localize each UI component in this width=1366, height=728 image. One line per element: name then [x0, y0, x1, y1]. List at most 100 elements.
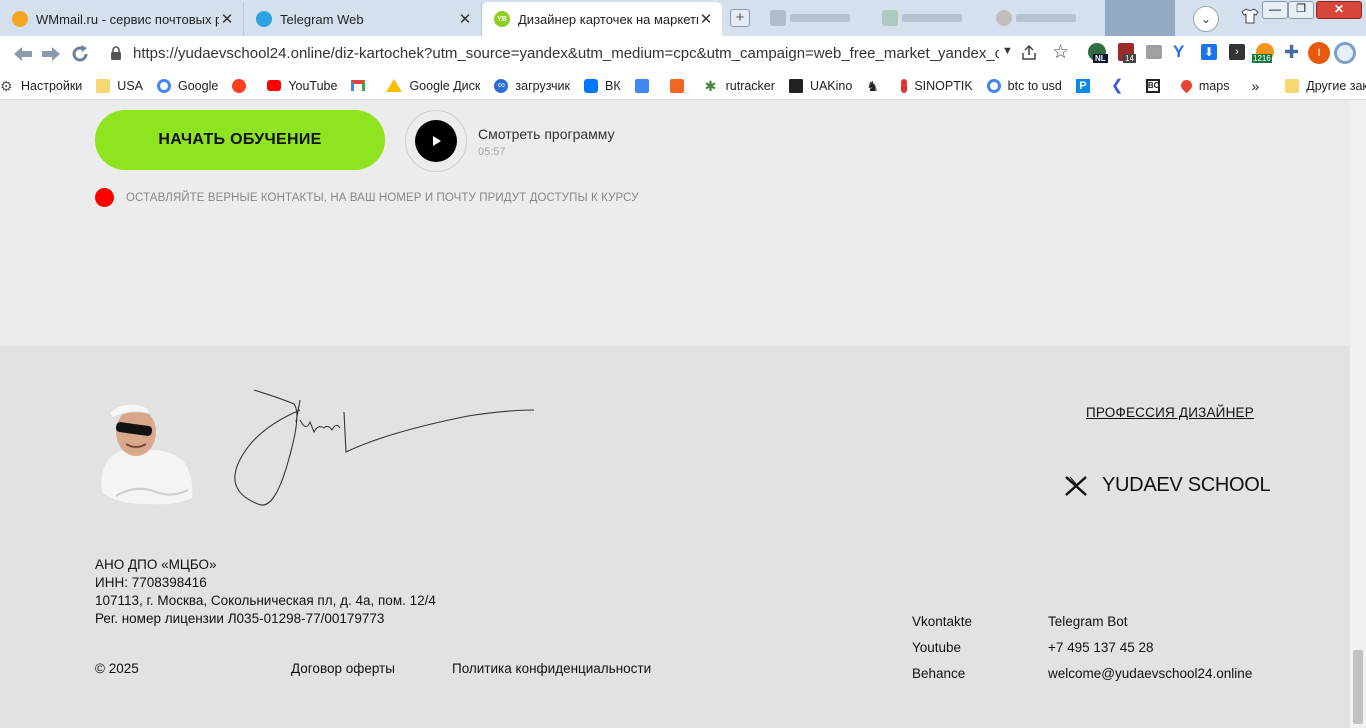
tab-title: Дизайнер карточек на маркетплейсах — [518, 11, 698, 27]
bookmark-p[interactable]: P — [1075, 78, 1097, 93]
new-tab-button[interactable]: + — [730, 9, 750, 27]
bookmarks-bar: ⚙ Настройки USA Google YouTube Google Дис… — [0, 72, 1366, 100]
browser-toolbar: https://yudaevschool24.online/diz-kartoc… — [0, 36, 1366, 72]
address-bar[interactable]: https://yudaevschool24.online/diz-kartoc… — [133, 45, 999, 62]
google-icon — [986, 78, 1001, 93]
shirt-icon[interactable] — [1241, 8, 1259, 24]
share-icon[interactable] — [1020, 45, 1038, 61]
bookmark-maps[interactable]: maps — [1178, 77, 1229, 94]
page-content: НАЧАТЬ ОБУЧЕНИЕ Смотреть программу 05:57… — [0, 100, 1350, 728]
avatar — [96, 392, 196, 506]
thermometer-icon — [901, 78, 908, 93]
download-extension-icon[interactable]: ⬇ — [1201, 44, 1217, 60]
bookmark-yandex[interactable] — [232, 78, 253, 93]
tab-title: Telegram Web — [280, 11, 364, 27]
profile-avatar[interactable]: I — [1308, 42, 1330, 64]
bookmarks-more-button[interactable]: » — [1251, 78, 1259, 94]
page-scrollbar[interactable] — [1350, 100, 1366, 728]
translate-icon — [634, 78, 649, 93]
org-license: Рег. номер лицензии Л035-01298-77/001797… — [95, 611, 385, 626]
scrollbar-thumb[interactable] — [1353, 650, 1363, 724]
background-tabs — [760, 6, 1100, 30]
reload-icon[interactable] — [70, 44, 90, 64]
tab-telegram[interactable]: Telegram Web ✕ — [244, 2, 482, 36]
other-bookmarks-folder[interactable]: Другие закладки — [1285, 78, 1366, 93]
chevron-left-icon: ❮ — [1110, 76, 1124, 94]
chevron-down-icon[interactable]: ▼ — [1002, 45, 1013, 57]
profession-designer-link[interactable]: ПРОФЕССИЯ ДИЗАЙНЕР — [1086, 405, 1254, 420]
bookmark-rutracker[interactable]: ✱ rutracker — [705, 79, 775, 93]
brand-name: YUDAEV SCHOOL — [1102, 474, 1271, 496]
offer-agreement-link[interactable]: Договор оферты — [291, 661, 395, 676]
map-pin-icon — [1178, 77, 1195, 94]
bookmark-vk[interactable]: ВК — [583, 78, 621, 93]
lock-icon[interactable] — [110, 46, 122, 60]
bookmark-star-icon[interactable]: ☆ — [1052, 41, 1069, 64]
video-title[interactable]: Смотреть программу — [478, 126, 615, 142]
play-video-button[interactable] — [405, 110, 467, 172]
maximize-button[interactable]: ❐ — [1288, 1, 1314, 19]
minimize-button[interactable]: — — [1262, 1, 1288, 19]
x-logo-icon — [1065, 475, 1087, 496]
bookmark-loader[interactable]: ∞ загрузчик — [494, 78, 570, 93]
vk-icon — [583, 78, 598, 93]
bookmark-translate[interactable] — [634, 78, 656, 93]
ublock-extension-icon[interactable]: 14 — [1118, 43, 1136, 63]
email-link[interactable]: welcome@yudaevschool24.online — [1048, 661, 1252, 687]
footer: ПРОФЕССИЯ ДИЗАЙНЕР YUDAEV SCHOOL АНО ДПО… — [0, 346, 1350, 728]
youtube-link[interactable]: Youtube — [912, 635, 972, 661]
yudaev-school-logo[interactable]: YUDAEV SCHOOL — [1064, 474, 1271, 497]
terminal-extension-icon[interactable]: › — [1229, 44, 1245, 60]
tab-strip-thumbnail — [1105, 0, 1175, 36]
social-links: Vkontakte Youtube Behance — [912, 609, 972, 687]
tab-title: WMmail.ru - сервис почтовых рассылок — [36, 11, 219, 27]
privacy-policy-link[interactable]: Политика конфиденциальности — [452, 661, 651, 676]
forward-icon[interactable] — [40, 45, 62, 63]
bookmark-btc-to-usd[interactable]: btc to usd — [986, 78, 1062, 93]
org-inn: ИНН: 7708398416 — [95, 575, 207, 590]
back-icon[interactable] — [12, 45, 34, 63]
contact-links: Telegram Bot +7 495 137 45 28 welcome@yu… — [1048, 609, 1252, 687]
bitcoin-extension-icon[interactable]: 1216 — [1252, 43, 1274, 63]
bookmark-usa[interactable]: USA — [96, 78, 143, 93]
gmail-icon — [351, 80, 366, 91]
bookmark-youtube[interactable]: YouTube — [267, 79, 337, 93]
vpn-extension-icon[interactable]: Y — [1173, 42, 1184, 62]
phone-link[interactable]: +7 495 137 45 28 — [1048, 635, 1252, 661]
window-close-button[interactable]: ✕ — [1316, 1, 1362, 19]
bookmark-gmail[interactable] — [351, 80, 372, 91]
bookmark-chevron[interactable]: ❮ — [1110, 76, 1132, 94]
folder-icon — [96, 78, 111, 93]
close-icon[interactable]: ✕ — [698, 10, 714, 28]
video-duration: 05:57 — [478, 146, 506, 158]
bookmark-google[interactable]: Google — [157, 78, 218, 93]
bookmark-google-drive[interactable]: Google Диск — [386, 79, 480, 93]
close-icon[interactable]: ✕ — [457, 10, 473, 28]
tab-active-yudaev[interactable]: YB Дизайнер карточек на маркетплейсах ✕ — [482, 2, 722, 36]
extensions-puzzle-icon[interactable]: ✚ — [1284, 42, 1299, 63]
organization-details: АНО ДПО «МЦБО» ИНН: 7708398416 107113, г… — [95, 556, 436, 628]
tab-wmmail[interactable]: WMmail.ru - сервис почтовых рассылок ✕ — [0, 2, 244, 36]
briefcase-extension-icon[interactable] — [1146, 45, 1162, 59]
bookmark-uakino[interactable]: UAKino — [788, 78, 852, 93]
tab-search-button[interactable]: ⌄ — [1193, 6, 1219, 32]
behance-link[interactable]: Behance — [912, 661, 972, 687]
close-icon[interactable]: ✕ — [219, 10, 235, 28]
star-icon: ✱ — [704, 77, 717, 94]
menu-gear-icon[interactable] — [1334, 42, 1356, 64]
browser-tab-strip: WMmail.ru - сервис почтовых рассылок ✕ T… — [0, 0, 1366, 36]
signature-graphic — [234, 389, 535, 506]
start-learning-button[interactable]: НАЧАТЬ ОБУЧЕНИЕ — [95, 110, 385, 170]
clapper-icon — [788, 78, 803, 93]
bookmark-f[interactable] — [669, 78, 691, 93]
bookmark-settings[interactable]: ⚙ Настройки — [0, 79, 82, 93]
bookmark-chess[interactable]: ♞ — [866, 79, 887, 93]
telegram-icon — [256, 11, 272, 27]
f-icon — [669, 78, 684, 93]
bookmark-bc[interactable]: BC — [1145, 78, 1167, 93]
bookmark-sinoptik[interactable]: SINOPTIK — [901, 78, 973, 93]
vkontakte-link[interactable]: Vkontakte — [912, 609, 972, 635]
telegram-bot-link[interactable]: Telegram Bot — [1048, 609, 1252, 635]
chess-knight-icon: ♞ — [866, 77, 879, 94]
globe-extension-icon[interactable]: NL — [1088, 43, 1108, 63]
